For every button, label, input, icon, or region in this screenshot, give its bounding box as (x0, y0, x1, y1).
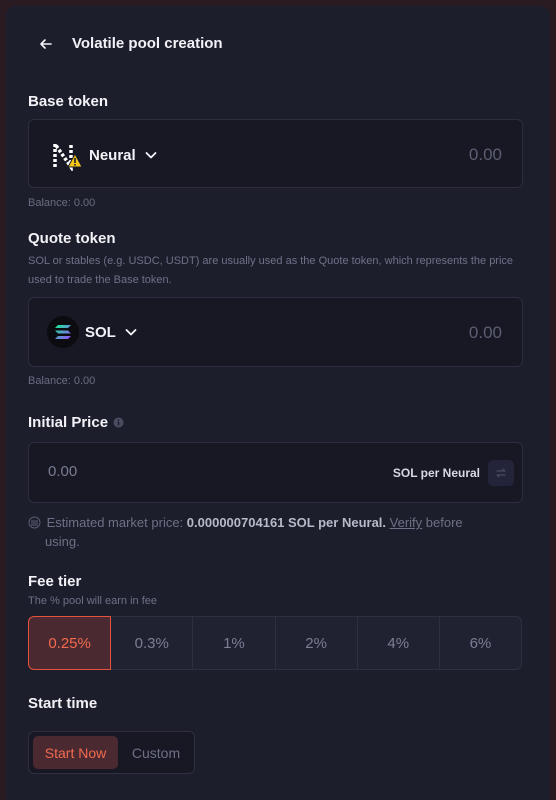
page-title: Volatile pool creation (72, 35, 223, 52)
estimate-suffix: before (425, 515, 463, 530)
quote-token-amount-input[interactable]: 0.00 (469, 323, 502, 343)
fee-option-0-3[interactable]: 0.3% (111, 616, 194, 670)
swap-icon (496, 468, 506, 478)
fee-option-4[interactable]: 4% (357, 616, 440, 670)
fee-tier-description: The % pool will earn in fee (28, 595, 158, 607)
fee-tier-options: 0.25% 0.3% 1% 2% 4% 6% (28, 616, 523, 670)
chevron-down-icon (145, 152, 157, 159)
neural-token-icon (51, 138, 83, 173)
initial-price-input-box: 0.00 SOL per Neural (28, 442, 523, 503)
base-token-balance: Balance: 0.00 (28, 197, 96, 209)
base-token-select[interactable]: Neural (51, 138, 158, 173)
estimate-tail: using. (45, 534, 80, 549)
warning-icon (67, 153, 83, 168)
arrow-left-icon (40, 39, 52, 49)
quote-token-label: Quote token (28, 230, 116, 247)
back-button[interactable] (36, 34, 56, 54)
initial-price-label: Initial Price (28, 414, 109, 431)
estimate-prefix: Estimated market price: (46, 515, 184, 530)
custom-start-button[interactable]: Custom (123, 736, 189, 769)
initial-price-heading: Initial Price (28, 414, 124, 431)
fee-tier-label: Fee tier (28, 573, 82, 590)
fee-option-0-25[interactable]: 0.25% (28, 616, 112, 670)
base-token-amount-input[interactable]: 0.00 (469, 145, 502, 165)
quote-token-name: SOL (85, 323, 116, 341)
verify-link[interactable]: Verify (390, 515, 423, 530)
start-time-label: Start time (28, 695, 98, 712)
fee-option-2[interactable]: 2% (275, 616, 358, 670)
chevron-down-icon (125, 329, 137, 336)
quote-token-select[interactable]: SOL (47, 316, 138, 348)
quote-token-input-box: SOL 0.00 (28, 297, 523, 367)
estimated-market-price: Estimated market price: 0.000000704161 S… (28, 513, 528, 532)
start-time-toggle: Start Now Custom (28, 731, 195, 774)
fee-option-1[interactable]: 1% (193, 616, 276, 670)
solana-token-icon (47, 316, 79, 348)
swap-price-button[interactable] (488, 460, 514, 486)
pyth-oracle-icon (28, 516, 41, 529)
initial-price-input[interactable]: 0.00 (48, 463, 77, 480)
base-token-input-box: Neural 0.00 (28, 119, 523, 188)
estimate-value: 0.000000704161 SOL per Neural. (186, 515, 387, 530)
base-token-name: Neural (89, 146, 136, 164)
start-now-button[interactable]: Start Now (33, 736, 118, 769)
price-unit-label: SOL per Neural (392, 466, 480, 480)
info-icon[interactable] (113, 417, 124, 428)
base-token-label: Base token (28, 93, 109, 110)
fee-option-6[interactable]: 6% (439, 616, 523, 670)
quote-token-balance: Balance: 0.00 (28, 375, 96, 387)
quote-token-description: SOL or stables (e.g. USDC, USDT) are usu… (28, 255, 514, 286)
